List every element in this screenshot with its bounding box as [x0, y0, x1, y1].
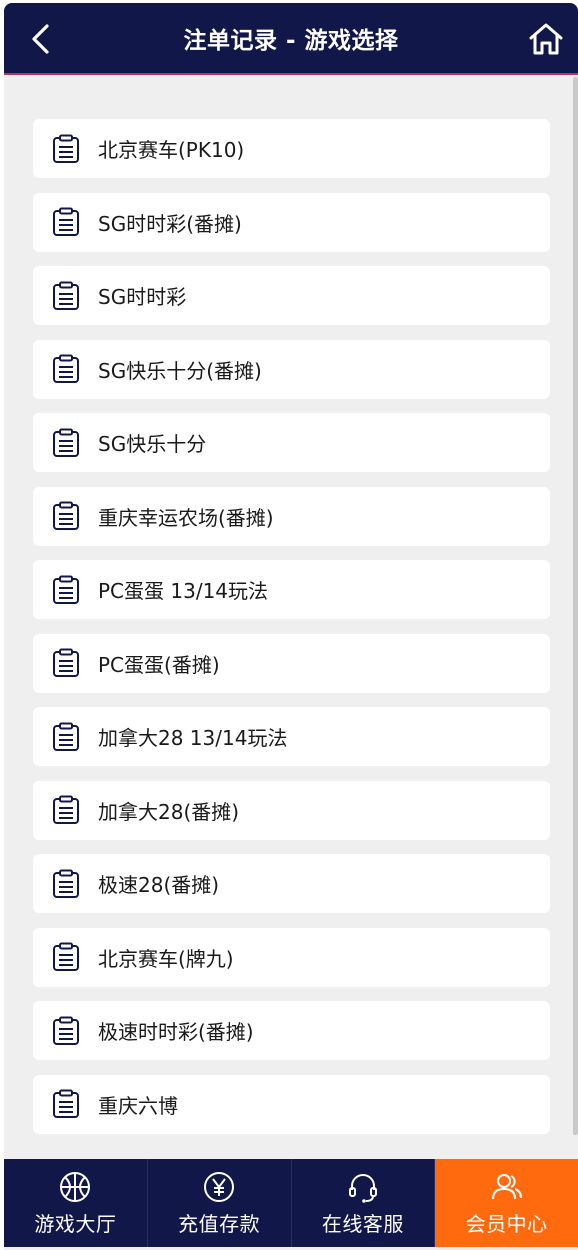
game-label: 重庆幸运农场(番摊): [98, 505, 274, 530]
tab-label: 游戏大厅: [34, 1212, 117, 1236]
headset-icon: [346, 1170, 380, 1204]
game-label: 重庆六博: [98, 1093, 178, 1118]
document-icon: [52, 1016, 80, 1046]
tab-basketball[interactable]: 游戏大厅: [4, 1159, 148, 1247]
game-list-item[interactable]: SG时时彩: [33, 266, 550, 325]
game-label: 极速28(番摊): [98, 873, 220, 897]
game-list-item[interactable]: 加拿大28 13/14玩法: [33, 707, 550, 766]
tab-users[interactable]: 会员中心: [435, 1159, 578, 1247]
tab-label: 充值存款: [178, 1212, 261, 1236]
document-icon: [52, 207, 80, 237]
document-icon: [52, 428, 80, 458]
document-icon: [52, 281, 80, 311]
game-list-item[interactable]: SG快乐十分(番摊): [33, 339, 550, 399]
document-icon: [52, 869, 80, 899]
game-list-item[interactable]: 极速28(番摊): [33, 854, 550, 913]
back-button[interactable]: [22, 19, 58, 59]
bottom-tab-bar: 游戏大厅 充值存款 在线客服 会员中心: [4, 1159, 578, 1247]
document-icon: [52, 795, 80, 825]
tab-headset[interactable]: 在线客服: [292, 1159, 436, 1247]
game-list-item[interactable]: 重庆六博: [33, 1074, 550, 1134]
tab-yen-coin[interactable]: 充值存款: [148, 1159, 292, 1247]
document-icon: [52, 354, 80, 384]
yen-coin-icon: [202, 1170, 236, 1204]
game-list-item[interactable]: 北京赛车(PK10): [33, 119, 550, 178]
game-label: SG时时彩(番摊): [98, 211, 242, 236]
game-label: 加拿大28(番摊): [98, 799, 240, 824]
game-list-item[interactable]: SG时时彩(番摊): [33, 192, 550, 252]
users-icon: [490, 1170, 524, 1204]
game-list-item[interactable]: 加拿大28(番摊): [33, 780, 550, 840]
document-icon: [52, 575, 80, 605]
document-icon: [52, 722, 80, 752]
game-list-item[interactable]: SG快乐十分: [33, 413, 550, 472]
game-label: 北京赛车(PK10): [98, 138, 245, 162]
page-title: 注单记录 - 游戏选择: [183, 28, 399, 54]
game-list-item[interactable]: PC蛋蛋 13/14玩法: [33, 560, 550, 619]
app-frame: 注单记录 - 游戏选择 北京赛车(PK10) SG时时彩(番摊) SG时时彩 SG快乐…: [4, 3, 578, 1250]
chevron-left-icon: [32, 24, 49, 54]
game-list-item[interactable]: PC蛋蛋(番摊): [33, 633, 550, 693]
tab-label: 在线客服: [321, 1212, 404, 1236]
game-list-item[interactable]: 北京赛车(牌九): [33, 927, 550, 987]
game-label: 加拿大28 13/14玩法: [98, 726, 288, 750]
scrollbar[interactable]: [573, 77, 578, 1135]
game-label: SG快乐十分(番摊): [98, 358, 262, 383]
game-label: 极速时时彩(番摊): [98, 1020, 254, 1044]
game-list: 北京赛车(PK10) SG时时彩(番摊) SG时时彩 SG快乐十分(番摊) SG快乐十分…: [33, 119, 550, 1148]
tab-label: 会员中心: [465, 1212, 548, 1236]
document-icon: [52, 501, 80, 531]
game-label: PC蛋蛋 13/14玩法: [98, 579, 269, 603]
document-icon: [52, 648, 80, 678]
home-icon: [529, 23, 563, 55]
home-button[interactable]: [526, 17, 566, 61]
game-list-item[interactable]: 极速时时彩(番摊): [33, 1001, 550, 1060]
game-label: PC蛋蛋(番摊): [98, 652, 220, 677]
game-label: SG时时彩: [98, 285, 187, 309]
game-label: 北京赛车(牌九): [98, 946, 234, 971]
document-icon: [52, 134, 80, 164]
basketball-icon: [58, 1170, 92, 1204]
document-icon: [52, 942, 80, 972]
game-list-item[interactable]: 重庆幸运农场(番摊): [33, 486, 550, 546]
document-icon: [52, 1089, 80, 1119]
game-label: SG快乐十分: [98, 432, 207, 456]
header-bar: 注单记录 - 游戏选择: [4, 3, 578, 75]
